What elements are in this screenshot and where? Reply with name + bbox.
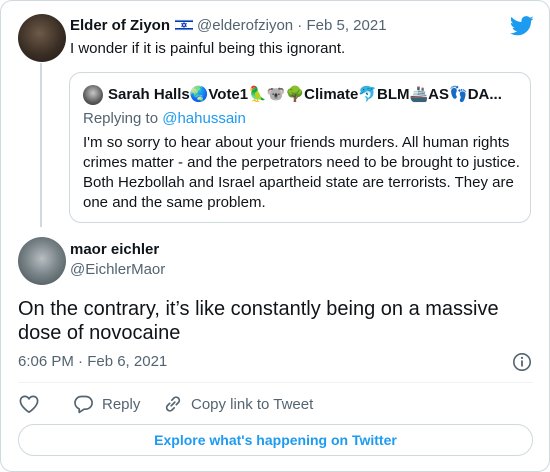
author-name[interactable]: Elder of Ziyon bbox=[70, 17, 170, 34]
author-handle[interactable]: @elderofziyon bbox=[197, 17, 293, 34]
divider bbox=[18, 382, 533, 383]
info-icon[interactable] bbox=[512, 352, 532, 372]
author-name[interactable]: maor eichler bbox=[70, 241, 159, 258]
quoted-author-name: Sarah Halls🌏Vote1🦜🐨🌳Climate🐬BLM🚢AS👣DA... bbox=[108, 86, 502, 103]
copy-link-button[interactable]: Copy link to Tweet bbox=[163, 393, 313, 415]
explore-button[interactable]: Explore what's happening on Twitter bbox=[18, 424, 533, 456]
speech-bubble-icon bbox=[74, 395, 93, 414]
replying-prefix: Replying to bbox=[83, 110, 163, 127]
heart-icon bbox=[19, 395, 39, 414]
tweet-header: Elder of Ziyon @elderofziyon · Feb 5, 202… bbox=[70, 16, 387, 36]
tweet-timestamp[interactable]: 6:06 PM · Feb 6, 2021 bbox=[18, 352, 167, 372]
avatar bbox=[83, 85, 103, 105]
tweet-date[interactable]: Feb 5, 2021 bbox=[306, 17, 386, 34]
main-tweet-text: On the contrary, it’s like constantly be… bbox=[18, 298, 499, 344]
copy-link-label: Copy link to Tweet bbox=[191, 395, 314, 413]
israel-flag-icon bbox=[175, 19, 194, 31]
thread-connector-line bbox=[40, 63, 42, 227]
main-tweet-author[interactable]: maor eichler @EichlerMaor bbox=[70, 240, 165, 280]
quoted-tweet-text: I'm so sorry to hear about your friends … bbox=[83, 134, 520, 211]
link-icon bbox=[165, 396, 181, 412]
avatar[interactable] bbox=[18, 237, 66, 285]
like-button[interactable] bbox=[18, 393, 48, 415]
avatar[interactable] bbox=[18, 14, 66, 62]
replying-handle[interactable]: @hahussain bbox=[162, 110, 246, 127]
separator-dot: · bbox=[297, 17, 303, 34]
author-handle[interactable]: @EichlerMaor bbox=[70, 260, 165, 280]
replying-to: Replying to @hahussain bbox=[83, 109, 246, 129]
reply-label: Reply bbox=[102, 395, 141, 413]
tweet-embed-card: Elder of Ziyon @elderofziyon · Feb 5, 202… bbox=[0, 0, 550, 472]
twitter-bird-icon[interactable] bbox=[510, 15, 534, 37]
reply-button[interactable]: Reply bbox=[73, 393, 140, 415]
quoted-tweet[interactable]: Sarah Halls🌏Vote1🦜🐨🌳Climate🐬BLM🚢AS👣DA...… bbox=[69, 72, 531, 223]
tweet-text: I wonder if it is painful being this ign… bbox=[70, 40, 346, 57]
